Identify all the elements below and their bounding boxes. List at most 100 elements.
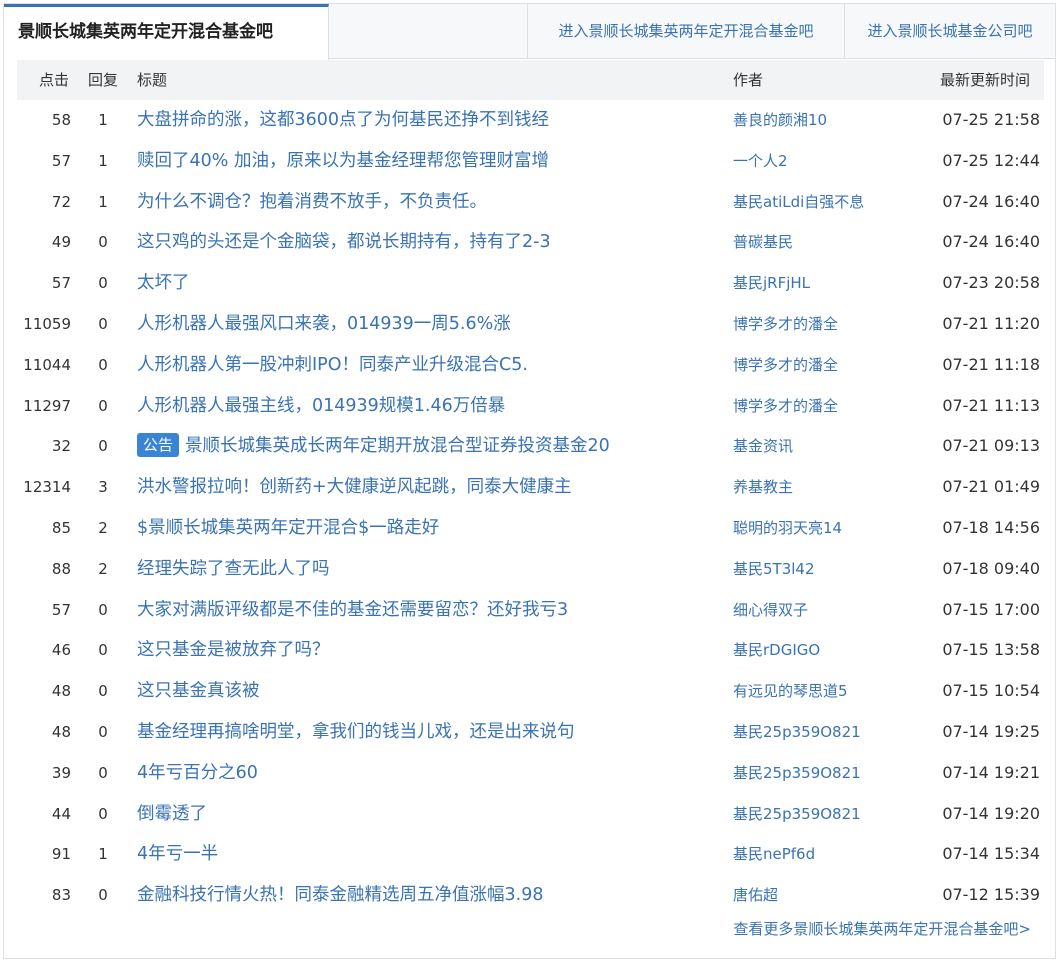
table-row: 11044 0 人形机器人第一股冲刺IPO！同泰产业升级混合C5. 博学多才的潘全 07…	[17, 345, 1044, 386]
row-time: 07-21 11:18	[942, 354, 1040, 374]
row-title-text[interactable]: 为什么不调仓？抱着消费不放手，不负责任。	[137, 192, 487, 212]
row-title-text[interactable]: 基金经理再搞啥明堂，拿我们的钱当儿戏，还是出来说句	[137, 722, 575, 742]
row-title-link[interactable]: 为什么不调仓？抱着消费不放手，不负责任。	[137, 182, 487, 223]
row-clicks: 48	[51, 682, 71, 701]
row-title-link[interactable]: 洪水警报拉响！创新药+大健康逆风起跳，同泰大健康主	[137, 467, 572, 508]
table-row: 48 0 这只基金真该被 有远见的琴思道5 07-15 10:54	[17, 671, 1044, 712]
row-replies: 1	[98, 192, 108, 211]
row-author-link[interactable]: 博学多才的潘全	[733, 386, 838, 427]
row-title-text[interactable]: 经理失踪了查无此人了吗	[137, 559, 330, 579]
table-row: 91 1 4年亏一半 基民nePf6d 07-14 15:34	[17, 834, 1044, 875]
row-title-text[interactable]: 人形机器人最强风口来袭，014939一周5.6%涨	[137, 314, 511, 334]
row-author-link[interactable]: 基民atiLdi自强不息	[733, 182, 864, 223]
row-title-text[interactable]: 人形机器人最强主线，014939规模1.46万倍暴	[137, 396, 505, 416]
row-clicks: 11297	[23, 396, 71, 415]
row-author-link[interactable]: 善良的颜湘10	[733, 100, 827, 141]
row-title-text[interactable]: 太坏了	[137, 273, 190, 293]
enter-fund-forum-link[interactable]: 进入景顺长城集英两年定开混合基金吧	[527, 4, 844, 59]
row-clicks: 91	[51, 845, 71, 864]
row-title-text[interactable]: 这只基金是被放弃了吗？	[137, 640, 330, 660]
row-title-text[interactable]: 这只鸡的头还是个金脑袋，都说长期持有，持有了2-3	[137, 232, 551, 252]
row-title-link[interactable]: 人形机器人第一股冲刺IPO！同泰产业升级混合C5.	[137, 345, 528, 386]
row-time: 07-12 15:39	[942, 885, 1040, 905]
row-author-link[interactable]: 细心得双子	[733, 590, 808, 631]
table-row: 88 2 经理失踪了查无此人了吗 基民5T3l42 07-18 09:40	[17, 549, 1044, 590]
row-clicks: 32	[51, 437, 71, 456]
row-author-link[interactable]: 一个人2	[733, 141, 788, 182]
row-title-link[interactable]: 基金经理再搞啥明堂，拿我们的钱当儿戏，还是出来说句	[137, 712, 575, 753]
row-time: 07-18 14:56	[942, 517, 1040, 537]
row-title-text[interactable]: 4年亏百分之60	[137, 763, 258, 783]
row-time: 07-15 17:00	[942, 599, 1040, 619]
row-title-link[interactable]: 4年亏一半	[137, 834, 218, 875]
row-title-link[interactable]: 倒霉透了	[137, 794, 207, 835]
row-replies: 0	[98, 355, 108, 374]
row-title-text[interactable]: 这只基金真该被	[137, 681, 260, 701]
view-more-link[interactable]: 查看更多景顺长城集英两年定开混合基金吧>	[733, 918, 1031, 939]
row-author-link[interactable]: 唐佑超	[733, 875, 778, 916]
row-author-link[interactable]: 养基教主	[733, 467, 793, 508]
row-author-link[interactable]: 基民nePf6d	[733, 834, 815, 875]
row-title-text[interactable]: 人形机器人第一股冲刺IPO！同泰产业升级混合C5.	[137, 355, 528, 375]
row-replies: 0	[98, 600, 108, 619]
table-row: 11059 0 人形机器人最强风口来袭，014939一周5.6%涨 博学多才的潘全 07…	[17, 304, 1044, 345]
table-row: 83 0 金融科技行情火热！同泰金融精选周五净值涨幅3.98 唐佑超 07-12 15:…	[17, 875, 1044, 916]
table-row: 57 0 大家对满版评级都是不佳的基金还需要留恋？还好我亏3 细心得双子 07-15 1…	[17, 590, 1044, 631]
table-row: 46 0 这只基金是被放弃了吗？ 基民rDGIGO 07-15 13:58	[17, 630, 1044, 671]
row-author-link[interactable]: 基民jRFjHL	[733, 263, 810, 304]
row-replies: 3	[98, 478, 108, 497]
tab-bar: 景顺长城集英两年定开混合基金吧 进入景顺长城集英两年定开混合基金吧 进入景顺长城…	[4, 4, 1055, 60]
row-author-link[interactable]: 基民25p359O821	[733, 753, 861, 794]
header-time: 最新更新时间	[939, 71, 1030, 89]
row-title-link[interactable]: 大家对满版评级都是不佳的基金还需要留恋？还好我亏3	[137, 590, 568, 631]
table-row: 57 0 太坏了 基民jRFjHL 07-23 20:58	[17, 263, 1044, 304]
row-time: 07-15 13:58	[942, 640, 1040, 660]
row-title-link[interactable]: 赎回了40% 加油，原来以为基金经理帮您管理财富增	[137, 141, 549, 182]
row-author-link[interactable]: 聪明的羽天亮14	[733, 508, 842, 549]
row-title-text[interactable]: 景顺长城集英成长两年定期开放混合型证券投资基金20	[185, 436, 610, 456]
row-title-link[interactable]: 这只鸡的头还是个金脑袋，都说长期持有，持有了2-3	[137, 222, 551, 263]
row-author-link[interactable]: 基民25p359O821	[733, 794, 861, 835]
row-title-text[interactable]: 大家对满版评级都是不佳的基金还需要留恋？还好我亏3	[137, 600, 568, 620]
row-replies: 0	[98, 682, 108, 701]
row-time: 07-24 16:40	[942, 191, 1040, 211]
row-title-link[interactable]: 太坏了	[137, 263, 190, 304]
table-row: 85 2 $景顺长城集英两年定开混合$一路走好 聪明的羽天亮14 07-18 14:56	[17, 508, 1044, 549]
row-title-text[interactable]: 赎回了40% 加油，原来以为基金经理帮您管理财富增	[137, 151, 549, 171]
row-title-link[interactable]: 人形机器人最强主线，014939规模1.46万倍暴	[137, 386, 505, 427]
row-title-link[interactable]: 大盘拼命的涨，这都3600点了为何基民还挣不到钱经	[137, 100, 549, 141]
row-title-text[interactable]: 大盘拼命的涨，这都3600点了为何基民还挣不到钱经	[137, 110, 549, 130]
row-time: 07-21 09:13	[942, 436, 1040, 456]
row-author-link[interactable]: 基民rDGIGO	[733, 630, 820, 671]
row-author-link[interactable]: 基金资讯	[733, 426, 793, 467]
row-author-link[interactable]: 基民25p359O821	[733, 712, 861, 753]
row-title-link[interactable]: 公告 景顺长城集英成长两年定期开放混合型证券投资基金20	[137, 426, 610, 467]
row-title-link[interactable]: 这只基金是被放弃了吗？	[137, 630, 330, 671]
row-replies: 0	[98, 314, 108, 333]
row-replies: 0	[98, 886, 108, 905]
row-author-link[interactable]: 基民5T3l42	[733, 549, 815, 590]
row-title-text[interactable]: 4年亏一半	[137, 844, 218, 864]
row-clicks: 85	[51, 518, 71, 537]
row-author-link[interactable]: 普碳基民	[733, 222, 793, 263]
row-title-text[interactable]: 金融科技行情火热！同泰金融精选周五净值涨幅3.98	[137, 885, 543, 905]
row-title-link[interactable]: $景顺长城集英两年定开混合$一路走好	[137, 508, 439, 549]
row-replies: 0	[98, 274, 108, 293]
row-title-link[interactable]: 人形机器人最强风口来袭，014939一周5.6%涨	[137, 304, 511, 345]
row-title-link[interactable]: 经理失踪了查无此人了吗	[137, 549, 330, 590]
row-author-link[interactable]: 博学多才的潘全	[733, 304, 838, 345]
row-title-text[interactable]: $景顺长城集英两年定开混合$一路走好	[137, 518, 439, 538]
row-author-link[interactable]: 博学多才的潘全	[733, 345, 838, 386]
row-title-link[interactable]: 这只基金真该被	[137, 671, 260, 712]
row-title-link[interactable]: 金融科技行情火热！同泰金融精选周五净值涨幅3.98	[137, 875, 543, 916]
row-title-text[interactable]: 洪水警报拉响！创新药+大健康逆风起跳，同泰大健康主	[137, 477, 572, 497]
table-row: 48 0 基金经理再搞啥明堂，拿我们的钱当儿戏，还是出来说句 基民25p359O821…	[17, 712, 1044, 753]
table-row: 58 1 大盘拼命的涨，这都3600点了为何基民还挣不到钱经 善良的颜湘10 07-25…	[17, 100, 1044, 141]
row-title-text[interactable]: 倒霉透了	[137, 804, 207, 824]
row-replies: 0	[98, 233, 108, 252]
row-title-link[interactable]: 4年亏百分之60	[137, 753, 258, 794]
table-row: 44 0 倒霉透了 基民25p359O821 07-14 19:20	[17, 794, 1044, 835]
row-author-link[interactable]: 有远见的琴思道5	[733, 671, 848, 712]
tab-forum-active[interactable]: 景顺长城集英两年定开混合基金吧	[4, 4, 329, 60]
enter-company-forum-link[interactable]: 进入景顺长城基金公司吧	[844, 4, 1055, 59]
